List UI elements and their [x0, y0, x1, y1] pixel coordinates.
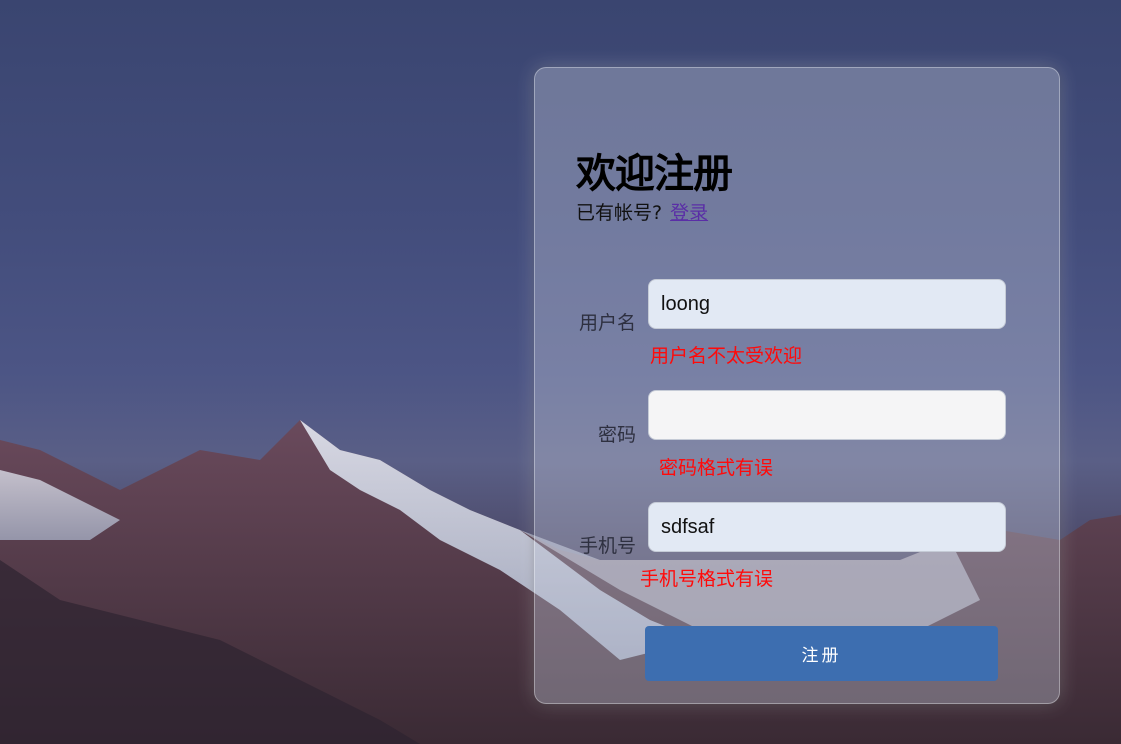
login-link[interactable]: 登录 — [670, 202, 708, 224]
password-input[interactable] — [648, 390, 1006, 440]
username-input[interactable] — [648, 279, 1006, 329]
password-error: 密码格式有误 — [659, 457, 774, 479]
phone-error: 手机号格式有误 — [640, 568, 774, 590]
register-card: 欢迎注册 已有帐号?登录 用户名 用户名不太受欢迎 密码 密码格式有误 手机号 … — [534, 67, 1060, 704]
phone-input[interactable] — [648, 502, 1006, 552]
register-button[interactable]: 注册 — [645, 626, 998, 681]
have-account-text: 已有帐号? — [576, 202, 663, 224]
username-label: 用户名 — [578, 312, 636, 334]
page-title: 欢迎注册 — [576, 151, 733, 197]
username-error: 用户名不太受欢迎 — [650, 345, 803, 367]
password-label: 密码 — [597, 424, 636, 446]
phone-label: 手机号 — [578, 535, 636, 557]
login-prompt: 已有帐号? 登录 — [576, 201, 708, 225]
